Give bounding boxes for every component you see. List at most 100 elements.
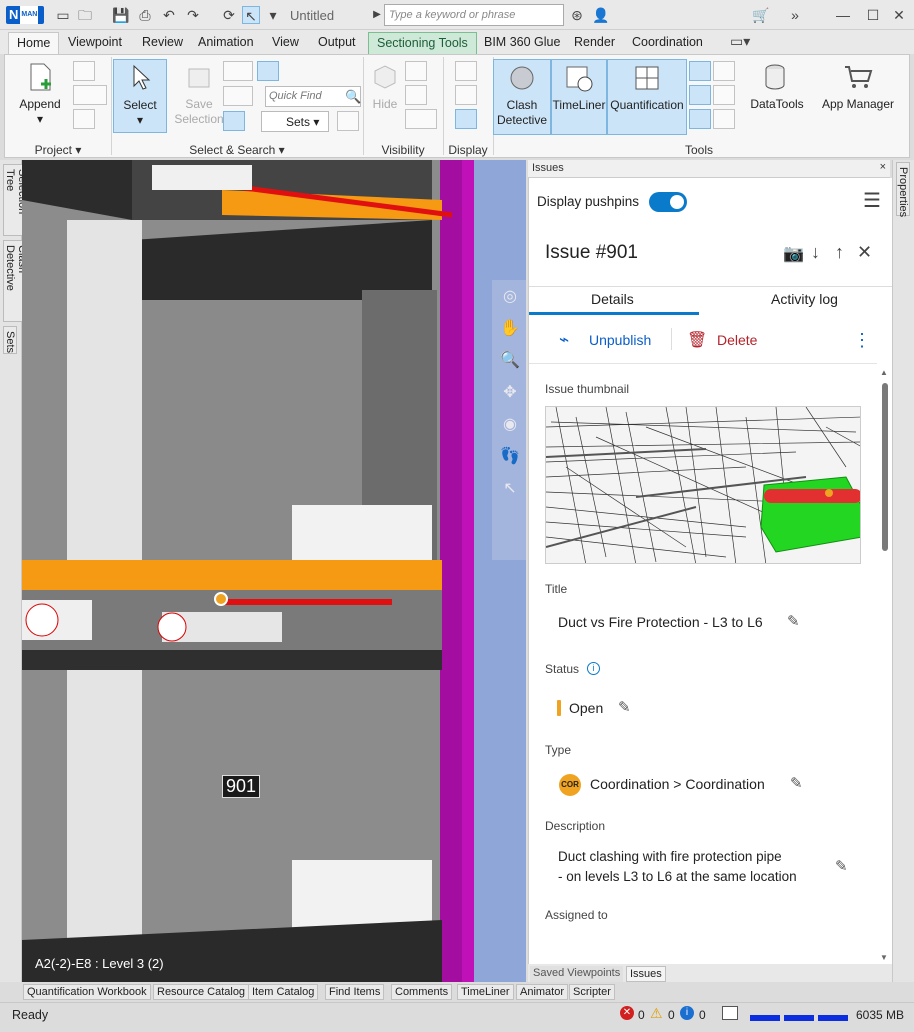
orbit-icon[interactable]: ✥ [498, 382, 522, 406]
delete-button[interactable]: Delete [717, 332, 757, 348]
zoom-icon[interactable]: 🔍 [498, 350, 522, 374]
tab-resource-catalog[interactable]: Resource Catalog [153, 984, 250, 1000]
appearance-profiler-button[interactable] [689, 109, 711, 129]
datatools-button[interactable]: DataTools [745, 59, 809, 135]
more-actions-icon[interactable]: ⋮ [853, 330, 871, 351]
issue-pushpin-label[interactable]: 901 [222, 775, 261, 798]
sheet-browser-icon[interactable] [722, 1006, 738, 1020]
tab-scripter[interactable]: Scripter [569, 984, 615, 1000]
select-button[interactable]: Select ▾ [113, 59, 167, 133]
compare-button[interactable] [713, 85, 735, 105]
tab-output[interactable]: Output [310, 32, 364, 54]
group-select-search[interactable]: Select & Search ▾ [111, 143, 363, 157]
maximize-icon[interactable]: ☐ [864, 6, 882, 24]
app-manager-button[interactable]: App Manager [815, 59, 901, 135]
walk-icon[interactable]: 👣 [498, 446, 522, 470]
animator-button[interactable] [689, 61, 711, 81]
unpublish-button[interactable]: Unpublish [589, 332, 651, 348]
tab-find-items[interactable]: Find Items [325, 984, 385, 1000]
edit-type-icon[interactable]: ✎ [790, 774, 803, 792]
group-tools[interactable]: Tools [493, 143, 905, 157]
ribbon-options-icon[interactable]: ▭▾ [730, 32, 750, 50]
scripter-button[interactable] [689, 85, 711, 105]
find-items-button[interactable] [257, 61, 279, 81]
select-cursor-icon[interactable]: ↖ [242, 6, 260, 24]
refresh-icon[interactable]: ⟳ [220, 6, 238, 24]
tab-issues[interactable]: Issues [626, 966, 666, 982]
scroll-down-icon[interactable]: ▼ [880, 953, 888, 962]
unhide-all-button[interactable] [405, 109, 437, 129]
tab-saved-viewpoints[interactable]: Saved Viewpoints [530, 966, 624, 982]
tab-properties[interactable]: Properties [896, 162, 910, 217]
issue-thumbnail[interactable] [545, 406, 861, 564]
display-pushpins-toggle[interactable] [649, 192, 687, 212]
panel-scrollbar-thumb[interactable] [882, 383, 888, 551]
tab-home[interactable]: Home [8, 32, 60, 54]
close-window-icon[interactable]: ✕ [890, 6, 908, 24]
batch-utility-button[interactable] [713, 61, 735, 81]
group-project[interactable]: Project ▾ [5, 143, 111, 157]
tab-timeliner[interactable]: TimeLiner [457, 984, 514, 1000]
issue-pushpin-icon[interactable] [214, 592, 228, 606]
tab-sets[interactable]: Sets [3, 326, 17, 354]
tab-details[interactable]: Details [591, 291, 634, 307]
new-file-icon[interactable]: ▭ [54, 6, 72, 24]
undo-icon[interactable]: ↶ [160, 6, 178, 24]
edit-description-icon[interactable]: ✎ [835, 857, 848, 875]
tab-animation[interactable]: Animation [190, 32, 262, 54]
edit-status-icon[interactable]: ✎ [618, 698, 631, 716]
tab-bim360-glue[interactable]: BIM 360 Glue [476, 32, 568, 54]
selection-tree-button[interactable] [223, 111, 245, 131]
tab-activity-log[interactable]: Activity log [771, 291, 838, 307]
hide-unselected-button[interactable] [405, 85, 427, 105]
tab-item-catalog[interactable]: Item Catalog [248, 984, 319, 1000]
help-search-input[interactable]: Type a keyword or phrase [384, 4, 564, 26]
status-value[interactable]: Open [569, 700, 603, 716]
require-button[interactable] [405, 61, 427, 81]
quick-properties-button[interactable] [455, 85, 477, 105]
tab-animator[interactable]: Animator [516, 984, 569, 1000]
timeliner-button[interactable]: TimeLiner [551, 59, 607, 135]
edit-title-icon[interactable]: ✎ [787, 612, 800, 630]
tab-viewpoint[interactable]: Viewpoint [60, 32, 130, 54]
tab-sectioning-tools[interactable]: Sectioning Tools [368, 32, 477, 54]
arrow-up-icon[interactable]: ↑ [835, 242, 844, 263]
reset-all-button[interactable] [73, 85, 107, 105]
file-options-button[interactable] [73, 109, 95, 129]
quantification-button[interactable]: Quantification [607, 59, 687, 135]
save-selection-button[interactable]: Save Selection [171, 59, 227, 135]
tab-coordination[interactable]: Coordination [624, 32, 711, 54]
refresh-button[interactable] [73, 61, 95, 81]
scroll-up-icon[interactable]: ▲ [880, 368, 888, 377]
more-icon[interactable]: » [786, 6, 804, 24]
close-issue-icon[interactable]: ✕ [857, 242, 872, 263]
print-icon[interactable]: ⎙ [136, 6, 154, 24]
autodesk-rendering-button[interactable] [713, 109, 735, 129]
tab-view[interactable]: View [264, 32, 307, 54]
open-folder-icon[interactable]: 🗀 [76, 6, 94, 24]
tab-review[interactable]: Review [134, 32, 191, 54]
minimize-icon[interactable]: — [834, 6, 852, 24]
group-visibility[interactable]: Visibility [363, 143, 443, 157]
save-icon[interactable]: 💾 [112, 6, 130, 24]
user-icon[interactable]: 👤 [592, 6, 610, 24]
links-button[interactable] [455, 61, 477, 81]
properties-button[interactable] [455, 109, 477, 129]
panel-close-icon[interactable]: × [880, 161, 886, 173]
clash-detective-button[interactable]: Clash Detective [493, 59, 551, 135]
binoculars-icon[interactable]: ⊛ [568, 6, 586, 24]
app-logo[interactable]: N MAN [6, 6, 44, 24]
cart-icon[interactable]: 🛒 [752, 6, 770, 24]
tab-render[interactable]: Render [566, 32, 623, 54]
manage-sets-button[interactable] [337, 111, 359, 131]
select-all-button[interactable] [223, 61, 253, 81]
sets-dropdown[interactable]: Sets ▾ [261, 111, 329, 132]
tab-comments[interactable]: Comments [391, 984, 453, 1000]
3d-viewport[interactable]: 901 ◎ ✋ 🔍 ✥ ◉ 👣 ↖ A2(-2)-E8 : Level 3 (2… [22, 160, 526, 982]
append-button[interactable]: Append ▾ [13, 59, 67, 135]
select-tool-icon[interactable]: ↖ [498, 478, 522, 502]
pan-hand-icon[interactable]: ✋ [498, 318, 522, 342]
hamburger-menu-icon[interactable]: ☰ [863, 188, 881, 213]
tab-quantification-workbook[interactable]: Quantification Workbook [23, 984, 151, 1000]
quick-find-search-icon[interactable]: 🔍 [345, 89, 361, 105]
